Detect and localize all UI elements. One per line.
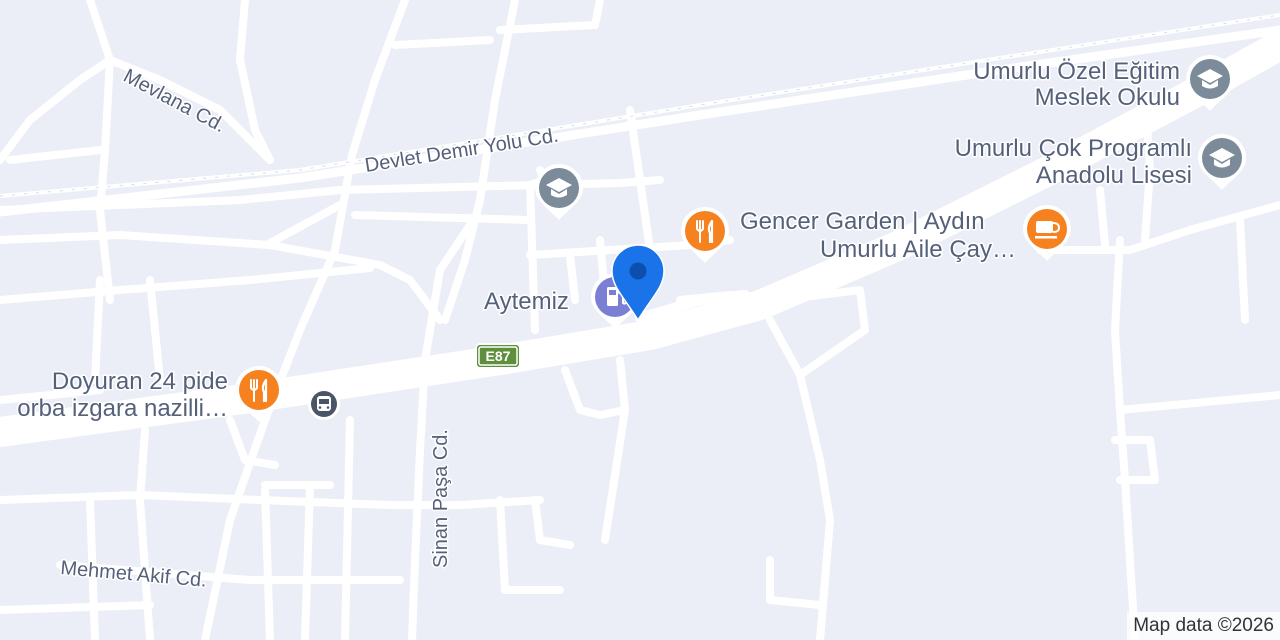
- poi-label: Umurlu Çok Programlı: [955, 135, 1192, 162]
- map-base: Mevlana Cd. Devlet Demir Yolu Cd. Sinan …: [0, 0, 1280, 640]
- poi-label: orba izgara nazilli…: [17, 395, 228, 422]
- street-label-sinan-pasa: Sinan Paşa Cd.: [430, 429, 452, 568]
- svg-text:E87: E87: [486, 348, 511, 364]
- bus-icon: [308, 388, 340, 420]
- poi-label: Aytemiz: [484, 288, 569, 315]
- poi-label: Anadolu Lisesi: [1036, 162, 1192, 189]
- map-attribution: Map data ©2026: [1127, 612, 1280, 640]
- poi-label: Umurlu Aile Çay…: [820, 236, 1016, 263]
- highway-shield-e87: E87: [475, 343, 521, 369]
- poi-bus-stop[interactable]: [308, 388, 340, 420]
- poi-label: Doyuran 24 pide: [52, 368, 228, 395]
- poi-label: Umurlu Özel Eğitim: [973, 58, 1180, 85]
- poi-label: Gencer Garden | Aydın: [740, 208, 985, 235]
- poi-label: Meslek Okulu: [1035, 84, 1180, 111]
- map-canvas[interactable]: Mevlana Cd. Devlet Demir Yolu Cd. Sinan …: [0, 0, 1280, 640]
